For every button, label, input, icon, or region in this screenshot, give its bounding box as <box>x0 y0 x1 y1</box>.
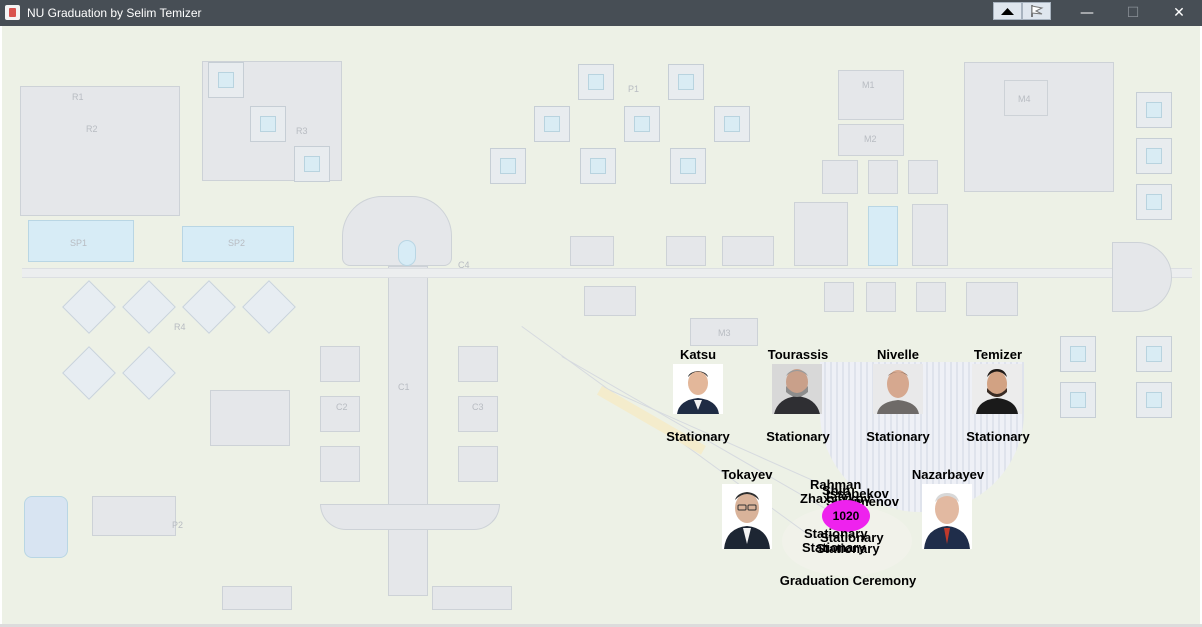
fountain <box>398 240 416 266</box>
building-block <box>320 446 360 482</box>
building-block <box>866 282 896 312</box>
building-block <box>1136 336 1172 372</box>
building-block <box>722 236 774 266</box>
agent-photo-tourassis[interactable] <box>772 364 822 414</box>
building-block <box>1136 382 1172 418</box>
map-label: R1 <box>72 92 84 102</box>
map-label: SP1 <box>70 238 88 248</box>
agent-photo-temizer[interactable] <box>972 364 1022 414</box>
java-app-icon <box>5 5 20 20</box>
map-label: SP2 <box>228 238 246 248</box>
building-block <box>20 86 180 216</box>
map-label: M4 <box>1018 94 1031 104</box>
map-label: R4 <box>174 322 186 332</box>
building-block <box>1136 184 1172 220</box>
flag-icon <box>1031 5 1044 17</box>
building-block <box>578 64 614 100</box>
building-block <box>624 106 660 142</box>
agent-photo-katsu[interactable] <box>673 364 723 414</box>
building-block <box>222 586 292 610</box>
building-block <box>868 160 898 194</box>
pool <box>868 206 898 266</box>
building-block <box>320 346 360 382</box>
agent-photo-tokayev[interactable] <box>722 484 772 549</box>
map-label: C3 <box>472 402 484 412</box>
agent-photo-nazarbayev[interactable] <box>922 484 972 549</box>
person-photo-icon <box>772 364 822 414</box>
building-block <box>320 504 500 530</box>
building-block <box>208 62 244 98</box>
building-block <box>490 148 526 184</box>
campus-map-canvas[interactable]: SP1 SP2 R1 R2 R3 R4 P1 C1 C2 C3 C4 M3 M1… <box>2 26 1200 624</box>
person-photo-icon <box>922 484 972 549</box>
map-label: P1 <box>628 84 640 94</box>
map-label: R3 <box>296 126 308 136</box>
ceremony-label: Graduation Ceremony <box>779 573 917 588</box>
building-block <box>668 64 704 100</box>
maximize-button[interactable]: ☐ <box>1110 0 1156 26</box>
agent-photo-nivelle[interactable] <box>873 364 923 414</box>
main-road <box>22 268 1192 278</box>
map-label: P2 <box>172 520 184 530</box>
minimize-button[interactable]: — <box>1064 0 1110 26</box>
map-label: M3 <box>718 328 731 338</box>
speed-up-button[interactable] <box>993 2 1022 20</box>
map-label: R2 <box>86 124 98 134</box>
building-block <box>432 586 512 610</box>
building-block <box>1136 138 1172 174</box>
map-label: C2 <box>336 402 348 412</box>
building-block <box>908 160 938 194</box>
crowd-status: Stationary <box>816 541 880 556</box>
building-block <box>570 236 614 266</box>
building-block <box>822 160 858 194</box>
building-block <box>388 266 428 596</box>
person-photo-icon <box>722 484 772 549</box>
flag-button[interactable] <box>1022 2 1051 20</box>
building-block <box>584 286 636 316</box>
agent-status-temizer: Stationary <box>966 429 1030 444</box>
building-block <box>714 106 750 142</box>
person-photo-icon <box>972 364 1022 414</box>
building-block <box>342 196 452 266</box>
building-block <box>250 106 286 142</box>
map-label: C1 <box>398 382 410 392</box>
building-block <box>838 70 904 120</box>
agent-name-nazarbayev: Nazarbayev <box>911 467 985 482</box>
building-block <box>1060 336 1096 372</box>
building-block <box>458 346 498 382</box>
window-title: NU Graduation by Selim Temizer <box>27 6 202 20</box>
building-block <box>580 148 616 184</box>
map-label: M2 <box>864 134 877 144</box>
agent-name-tokayev: Tokayev <box>721 467 773 482</box>
triangle-up-icon <box>1001 8 1014 15</box>
title-bar: NU Graduation by Selim Temizer — ☐ ✕ <box>0 0 1202 26</box>
building-block <box>1136 92 1172 128</box>
building-block <box>1060 382 1096 418</box>
person-photo-icon <box>873 364 923 414</box>
building-block <box>666 236 706 266</box>
nu-logo-pond <box>24 496 68 558</box>
building-block <box>794 202 848 266</box>
building-block <box>916 282 946 312</box>
building-block <box>534 106 570 142</box>
agent-name-temizer: Temizer <box>973 347 1023 362</box>
building-block <box>966 282 1018 316</box>
building-block <box>912 204 948 266</box>
building-block <box>670 148 706 184</box>
building-block <box>294 146 330 182</box>
close-button[interactable]: ✕ <box>1156 0 1202 26</box>
building-block <box>92 496 176 536</box>
person-photo-icon <box>673 364 723 414</box>
building-block <box>824 282 854 312</box>
map-label: M1 <box>862 80 875 90</box>
building-block <box>458 446 498 482</box>
building-block <box>210 390 290 446</box>
